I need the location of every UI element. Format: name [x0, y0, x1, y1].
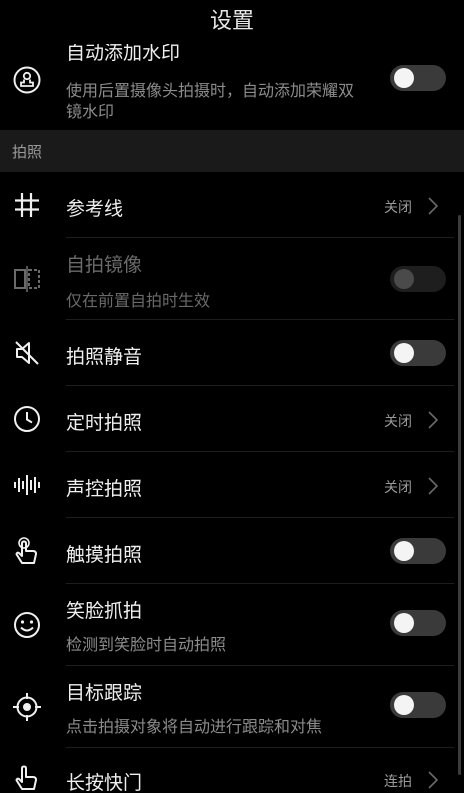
timer-highlight-outline	[47, 397, 167, 442]
watermark-stamp-icon	[10, 63, 44, 97]
chevron-right-icon	[428, 477, 439, 495]
toggle-knob	[394, 343, 414, 363]
toggle-knob	[394, 269, 414, 289]
toggle-knob	[394, 695, 414, 715]
section-title: 拍照	[12, 143, 43, 161]
grid-icon	[10, 188, 44, 222]
row-label: 声控拍照	[66, 478, 143, 500]
scrollbar[interactable]	[458, 215, 461, 775]
row-description: 仅在前置自拍时生效	[66, 291, 211, 310]
row-value: 关闭	[384, 414, 412, 430]
row-long-press-shutter[interactable]: 长按快门 连拍	[0, 748, 464, 793]
row-value: 连拍	[384, 774, 412, 790]
section-header-photo: 拍照	[0, 130, 464, 172]
watermark-description: 使用后置摄像头拍摄时，自动添加荣耀双镜水印	[66, 81, 355, 121]
row-grid-lines[interactable]: 参考线 关闭	[0, 172, 464, 238]
smile-icon	[10, 608, 44, 642]
object-tracking-toggle[interactable]	[390, 692, 446, 718]
toggle-knob	[394, 613, 414, 633]
row-label: 目标跟踪	[66, 682, 143, 704]
row-label: 自拍镜像	[66, 254, 143, 276]
row-label: 触摸拍照	[66, 544, 143, 566]
row-voice-shutter[interactable]: 声控拍照 关闭	[0, 452, 464, 518]
target-icon	[10, 690, 44, 724]
mute-icon	[10, 336, 44, 370]
chevron-right-icon	[428, 771, 439, 789]
settings-screen: 自动添加水印 使用后置摄像头拍摄时，自动添加荣耀双镜水印 拍照 参考线 关闭 自…	[0, 0, 464, 793]
toggle-knob	[394, 68, 414, 88]
smile-capture-toggle[interactable]	[390, 610, 446, 636]
row-description: 点击拍摄对象将自动进行跟踪和对焦	[66, 717, 323, 736]
chevron-right-icon	[428, 197, 439, 215]
row-value: 关闭	[384, 200, 412, 216]
row-smile-capture[interactable]: 笑脸抓拍 检测到笑脸时自动拍照	[0, 584, 464, 666]
row-touch-shutter[interactable]: 触摸拍照	[0, 518, 464, 584]
long-press-icon	[10, 762, 44, 793]
row-watermark[interactable]: 自动添加水印 使用后置摄像头拍摄时，自动添加荣耀双镜水印	[0, 30, 464, 128]
row-shutter-mute[interactable]: 拍照静音	[0, 320, 464, 386]
row-object-tracking[interactable]: 目标跟踪 点击拍摄对象将自动进行跟踪和对焦	[0, 666, 464, 748]
row-selfie-mirror[interactable]: 自拍镜像 仅在前置自拍时生效	[0, 238, 464, 320]
toggle-knob	[394, 541, 414, 561]
touch-shutter-toggle[interactable]	[390, 538, 446, 564]
touch-icon	[10, 534, 44, 568]
timer-icon	[10, 402, 44, 436]
chevron-right-icon	[428, 411, 439, 429]
row-value: 关闭	[384, 480, 412, 496]
row-label: 参考线	[66, 198, 124, 220]
row-label: 笑脸抓拍	[66, 600, 143, 622]
row-description: 检测到笑脸时自动拍照	[66, 635, 227, 654]
selfie-mirror-toggle[interactable]	[390, 266, 446, 292]
shutter-mute-toggle[interactable]	[390, 340, 446, 366]
row-label: 拍照静音	[66, 346, 143, 368]
row-label: 长按快门	[66, 772, 143, 793]
mirror-icon	[10, 262, 44, 296]
watermark-toggle[interactable]	[390, 65, 446, 91]
page-title: 设置	[0, 0, 464, 44]
audio-wave-icon	[10, 468, 44, 502]
